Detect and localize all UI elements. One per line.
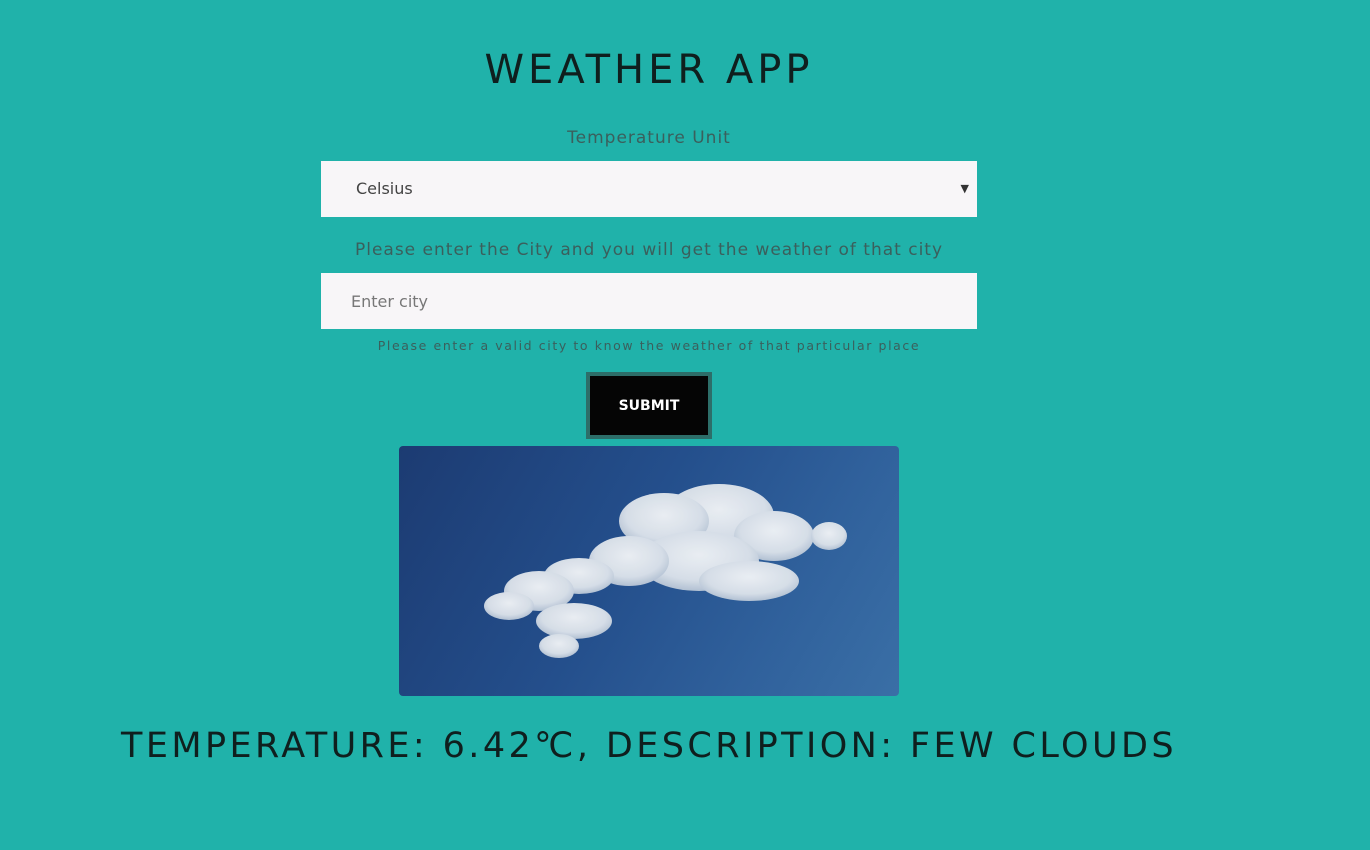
dropdown-arrow-icon: ▼ — [960, 182, 969, 195]
cloud-shape — [484, 484, 847, 658]
temperature-unit-label: Temperature Unit — [567, 128, 731, 148]
city-input[interactable] — [321, 273, 977, 329]
city-instruction-label: Please enter the City and you will get t… — [354, 240, 944, 260]
page-title: WEATHER APP — [484, 47, 814, 93]
cloud-photo-icon — [399, 446, 899, 696]
weather-app-page: WEATHER APP Temperature Unit Celsius ▼ P… — [0, 0, 1370, 850]
weather-result-text: TEMPERATURE: 6.42℃, DESCRIPTION: FEW CLO… — [121, 726, 1177, 766]
temperature-unit-select[interactable]: Celsius ▼ — [321, 161, 977, 217]
cloud-illustration — [484, 484, 847, 658]
submit-button[interactable]: SUBMIT — [586, 372, 712, 439]
city-hint-text: Please enter a valid city to know the we… — [377, 338, 921, 353]
temperature-unit-selected-value: Celsius — [356, 179, 413, 198]
